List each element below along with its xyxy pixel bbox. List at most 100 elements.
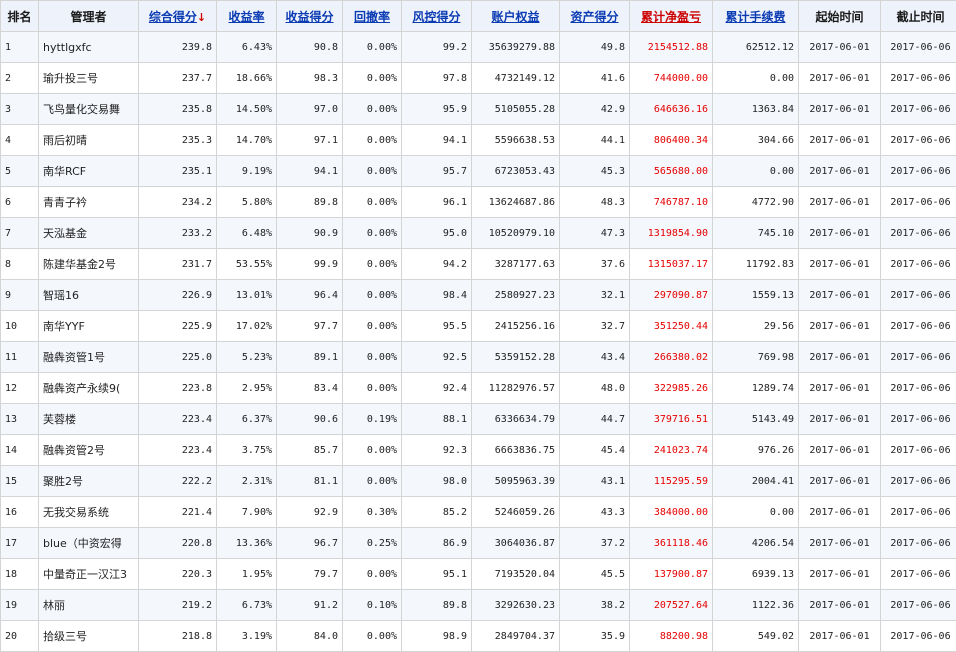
risk-score-cell: 89.8: [402, 590, 472, 621]
equity-cell: 10520979.10: [472, 218, 560, 249]
cum-fee-cell: 0.00: [713, 497, 799, 528]
sort-cum-fee-link[interactable]: 累计手续费: [725, 10, 785, 24]
score-cell: 220.3: [139, 559, 217, 590]
manager-cell: 融犇资管2号: [39, 435, 139, 466]
risk-score-cell: 99.2: [402, 32, 472, 63]
header-risk-score[interactable]: 风控得分: [402, 1, 472, 32]
equity-cell: 5105055.28: [472, 94, 560, 125]
cum-pnl-cell: 241023.74: [630, 435, 713, 466]
asset-score-cell: 49.8: [560, 32, 630, 63]
end-time-cell: 2017-06-06: [881, 94, 956, 125]
end-time-cell: 2017-06-06: [881, 435, 956, 466]
cum-fee-cell: 5143.49: [713, 404, 799, 435]
rank-cell: 14: [1, 435, 39, 466]
return-score-cell: 79.7: [277, 559, 343, 590]
sort-drawdown-link[interactable]: 回撤率: [354, 10, 390, 24]
header-cum-pnl[interactable]: 累计净盈亏: [630, 1, 713, 32]
drawdown-cell: 0.00%: [343, 249, 402, 280]
cum-pnl-cell: 379716.51: [630, 404, 713, 435]
cum-fee-cell: 1122.36: [713, 590, 799, 621]
risk-score-cell: 92.5: [402, 342, 472, 373]
cum-fee-cell: 4772.90: [713, 187, 799, 218]
end-time-cell: 2017-06-06: [881, 280, 956, 311]
sort-cum-pnl-link[interactable]: 累计净盈亏: [641, 10, 701, 24]
return-score-cell: 97.1: [277, 125, 343, 156]
header-return-rate[interactable]: 收益率: [217, 1, 277, 32]
drawdown-cell: 0.10%: [343, 590, 402, 621]
rank-cell: 15: [1, 466, 39, 497]
rank-cell: 19: [1, 590, 39, 621]
asset-score-cell: 41.6: [560, 63, 630, 94]
risk-score-cell: 95.9: [402, 94, 472, 125]
start-time-cell: 2017-06-01: [799, 32, 881, 63]
sort-equity-link[interactable]: 账户权益: [491, 10, 539, 24]
return-rate-cell: 5.23%: [217, 342, 277, 373]
table-row: 17blue（中资宏得220.813.36%96.70.25%86.930640…: [1, 528, 956, 559]
cum-pnl-cell: 1315037.17: [630, 249, 713, 280]
return-rate-cell: 7.90%: [217, 497, 277, 528]
header-equity[interactable]: 账户权益: [472, 1, 560, 32]
return-score-cell: 96.7: [277, 528, 343, 559]
return-rate-cell: 2.95%: [217, 373, 277, 404]
manager-cell: 智瑶16: [39, 280, 139, 311]
table-row: 10南华YYF225.917.02%97.70.00%95.52415256.1…: [1, 311, 956, 342]
return-rate-cell: 53.55%: [217, 249, 277, 280]
asset-score-cell: 48.3: [560, 187, 630, 218]
header-end-time: 截止时间: [881, 1, 956, 32]
drawdown-cell: 0.00%: [343, 156, 402, 187]
asset-score-cell: 47.3: [560, 218, 630, 249]
return-score-cell: 97.7: [277, 311, 343, 342]
cum-fee-cell: 4206.54: [713, 528, 799, 559]
drawdown-cell: 0.00%: [343, 373, 402, 404]
header-cum-fee[interactable]: 累计手续费: [713, 1, 799, 32]
table-row: 5南华RCF235.19.19%94.10.00%95.76723053.434…: [1, 156, 956, 187]
rank-cell: 20: [1, 621, 39, 652]
start-time-cell: 2017-06-01: [799, 528, 881, 559]
end-time-cell: 2017-06-06: [881, 590, 956, 621]
return-score-cell: 92.9: [277, 497, 343, 528]
equity-cell: 2849704.37: [472, 621, 560, 652]
sort-return-score-link[interactable]: 收益得分: [285, 10, 333, 24]
risk-score-cell: 95.1: [402, 559, 472, 590]
rank-cell: 12: [1, 373, 39, 404]
sort-return-rate-link[interactable]: 收益率: [228, 10, 264, 24]
cum-pnl-cell: 115295.59: [630, 466, 713, 497]
return-rate-cell: 17.02%: [217, 311, 277, 342]
start-time-cell: 2017-06-01: [799, 249, 881, 280]
manager-cell: 青青子衿: [39, 187, 139, 218]
score-cell: 235.8: [139, 94, 217, 125]
return-score-cell: 84.0: [277, 621, 343, 652]
header-drawdown[interactable]: 回撤率: [343, 1, 402, 32]
drawdown-cell: 0.00%: [343, 559, 402, 590]
sort-asset-score-link[interactable]: 资产得分: [570, 10, 618, 24]
risk-score-cell: 86.9: [402, 528, 472, 559]
equity-cell: 5095963.39: [472, 466, 560, 497]
return-score-cell: 83.4: [277, 373, 343, 404]
drawdown-cell: 0.00%: [343, 187, 402, 218]
start-time-cell: 2017-06-01: [799, 435, 881, 466]
score-cell: 221.4: [139, 497, 217, 528]
sort-score-link[interactable]: 综合得分: [149, 10, 197, 24]
table-row: 6青青子衿234.25.80%89.80.00%96.113624687.864…: [1, 187, 956, 218]
return-rate-cell: 9.19%: [217, 156, 277, 187]
start-time-cell: 2017-06-01: [799, 125, 881, 156]
end-time-cell: 2017-06-06: [881, 218, 956, 249]
equity-cell: 5359152.28: [472, 342, 560, 373]
start-time-cell: 2017-06-01: [799, 621, 881, 652]
header-score[interactable]: 综合得分↓: [139, 1, 217, 32]
cum-fee-cell: 6939.13: [713, 559, 799, 590]
return-rate-cell: 13.01%: [217, 280, 277, 311]
cum-fee-cell: 2004.41: [713, 466, 799, 497]
header-asset-score[interactable]: 资产得分: [560, 1, 630, 32]
rank-cell: 3: [1, 94, 39, 125]
equity-cell: 35639279.88: [472, 32, 560, 63]
score-cell: 233.2: [139, 218, 217, 249]
sort-risk-score-link[interactable]: 风控得分: [412, 10, 460, 24]
equity-cell: 3292630.23: [472, 590, 560, 621]
risk-score-cell: 95.7: [402, 156, 472, 187]
table-row: 2瑜升投三号237.718.66%98.30.00%97.84732149.12…: [1, 63, 956, 94]
header-return-score[interactable]: 收益得分: [277, 1, 343, 32]
end-time-cell: 2017-06-06: [881, 621, 956, 652]
start-time-cell: 2017-06-01: [799, 373, 881, 404]
manager-cell: 瑜升投三号: [39, 63, 139, 94]
